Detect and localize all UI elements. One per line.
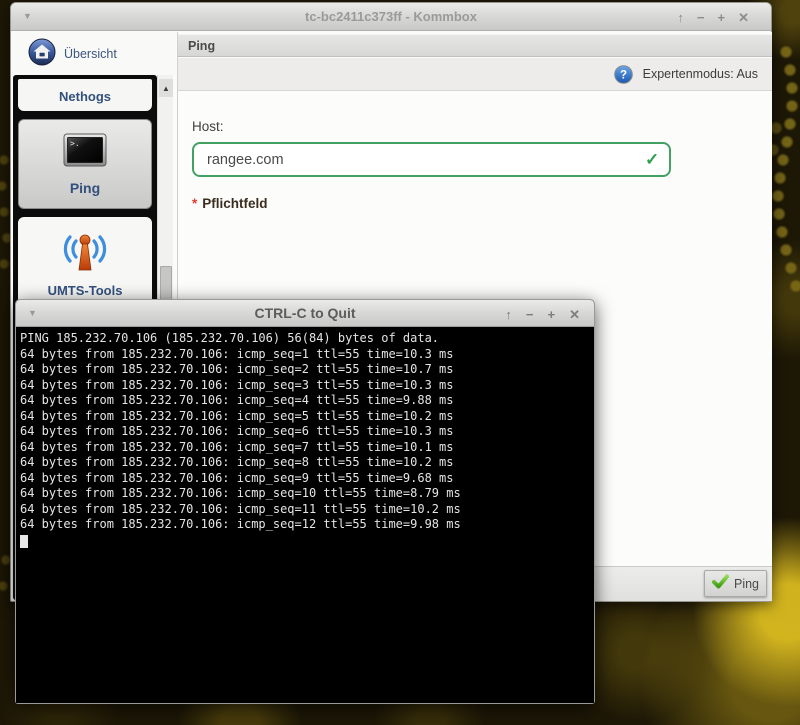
terminal-line: 64 bytes from 185.232.70.106: icmp_seq=5… (20, 409, 594, 425)
kommbox-titlebar[interactable]: ▼ tc-bc2411c373ff - Kommbox ↑ − + ✕ (11, 3, 771, 31)
tab-ping-label: Ping (188, 39, 215, 53)
sidebar-item-nethogs[interactable]: Nethogs (18, 79, 152, 111)
terminal-line: 64 bytes from 185.232.70.106: icmp_seq=1… (20, 517, 594, 533)
sidebar-item-ping[interactable]: >. Ping (18, 119, 152, 209)
terminal-line: 64 bytes from 185.232.70.106: icmp_seq=1… (20, 486, 594, 502)
window-menu-icon[interactable]: ▼ (23, 11, 32, 21)
desktop: ▼ tc-bc2411c373ff - Kommbox ↑ − + ✕ (0, 0, 800, 725)
maximize-button[interactable]: + (718, 11, 726, 24)
minimize-button[interactable]: − (526, 308, 534, 321)
window-controls: ↑ − + ✕ (677, 3, 749, 31)
terminal-line: 64 bytes from 185.232.70.106: icmp_seq=3… (20, 378, 594, 394)
terminal-titlebar[interactable]: ▼ CTRL-C to Quit ↑ − + ✕ (16, 300, 594, 327)
scroll-up-arrow-icon[interactable]: ▲ (159, 79, 173, 97)
umts-tools-label: UMTS-Tools (48, 283, 123, 298)
terminal-line: 64 bytes from 185.232.70.106: icmp_seq=1… (20, 347, 594, 363)
expert-mode-label: Expertenmodus: Aus (643, 67, 758, 81)
shade-button[interactable]: ↑ (505, 308, 512, 321)
terminal-line: PING 185.232.70.106 (185.232.70.106) 56(… (20, 331, 594, 347)
sidebar-overview-label: Übersicht (64, 47, 117, 61)
host-label: Host: (192, 119, 224, 134)
ping-label: Ping (70, 180, 100, 196)
tab-ping[interactable]: Ping (178, 34, 772, 57)
shade-button[interactable]: ↑ (677, 11, 684, 24)
terminal-icon: >. (63, 133, 107, 172)
sidebar-item-umts-tools[interactable]: UMTS-Tools (18, 217, 152, 309)
terminal-controls: ↑ − + ✕ (505, 300, 580, 328)
maximize-button[interactable]: + (548, 308, 556, 321)
required-asterisk: * (192, 196, 197, 211)
window-menu-icon[interactable]: ▼ (28, 308, 37, 318)
terminal-window: ▼ CTRL-C to Quit ↑ − + ✕ PING 185.232.70… (15, 299, 595, 704)
minimize-button[interactable]: − (697, 11, 705, 24)
ping-button[interactable]: Ping (704, 570, 767, 597)
valid-check-icon: ✓ (645, 150, 659, 170)
window-title: tc-bc2411c373ff - Kommbox (11, 9, 771, 24)
sidebar-item-overview[interactable]: Übersicht (12, 32, 176, 76)
host-input[interactable] (192, 142, 671, 177)
required-field-note: * Pflichtfeld (192, 196, 268, 211)
terminal-line: 64 bytes from 185.232.70.106: icmp_seq=9… (20, 471, 594, 487)
help-icon[interactable]: ? (614, 65, 633, 84)
terminal-line: 64 bytes from 185.232.70.106: icmp_seq=2… (20, 362, 594, 378)
svg-text:>.: >. (70, 139, 80, 148)
nethogs-label: Nethogs (59, 89, 111, 104)
close-button[interactable]: ✕ (569, 308, 580, 321)
terminal-output[interactable]: PING 185.232.70.106 (185.232.70.106) 56(… (16, 328, 594, 703)
terminal-line: 64 bytes from 185.232.70.106: icmp_seq=4… (20, 393, 594, 409)
terminal-line: 64 bytes from 185.232.70.106: icmp_seq=1… (20, 502, 594, 518)
home-icon (28, 38, 56, 71)
required-label: Pflichtfeld (202, 196, 267, 211)
svg-text:?: ? (620, 69, 627, 81)
check-icon (712, 574, 729, 594)
terminal-line: 64 bytes from 185.232.70.106: icmp_seq=8… (20, 455, 594, 471)
antenna-icon (55, 228, 115, 279)
ping-button-label: Ping (734, 577, 759, 591)
terminal-cursor (20, 535, 28, 548)
terminal-line: 64 bytes from 185.232.70.106: icmp_seq=7… (20, 440, 594, 456)
close-button[interactable]: ✕ (738, 11, 749, 24)
expert-mode-row: ? Expertenmodus: Aus (178, 58, 772, 91)
terminal-line: 64 bytes from 185.232.70.106: icmp_seq=6… (20, 424, 594, 440)
